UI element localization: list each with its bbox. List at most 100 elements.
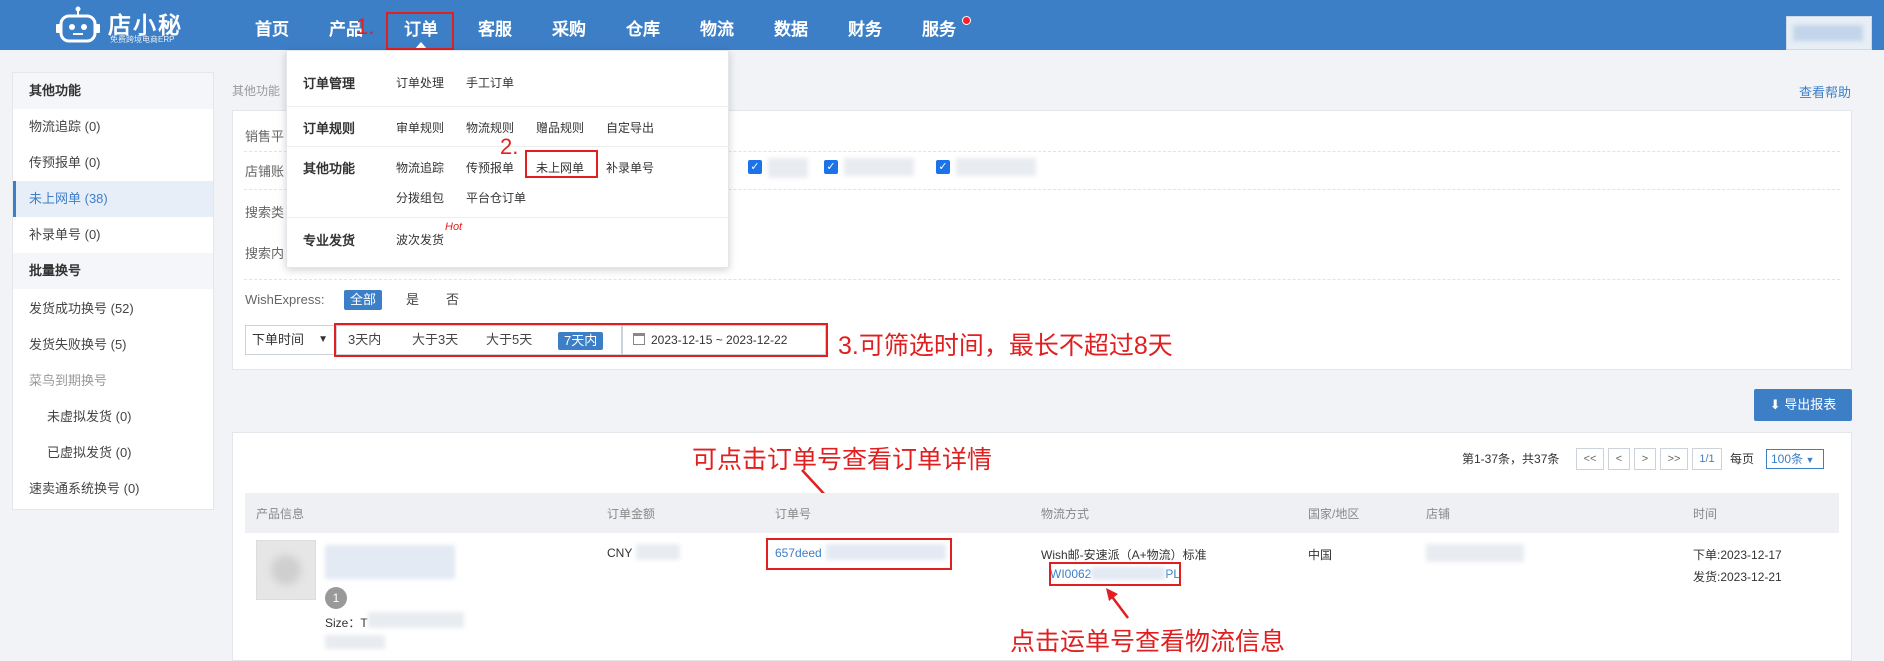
wishexpress-option-no[interactable]: 否 <box>440 290 465 310</box>
menu-item-manual-order[interactable]: 手工订单 <box>466 74 514 91</box>
store-name-redacted <box>956 158 1036 176</box>
filter-label-platform: 销售平 <box>245 129 285 144</box>
export-report-button[interactable]: ⬇ 导出报表 <box>1754 389 1852 421</box>
sidebar-item-virtual-shipped[interactable]: 已虚拟发货 (0) <box>13 435 213 471</box>
logo-subtitle: 免费跨境电商ERP <box>110 35 175 44</box>
annotation-time-note: 3.可筛选时间，最长不超过8天 <box>838 332 1173 360</box>
dropdown-group-order-management: 订单管理 <box>303 76 356 91</box>
dropdown-group-order-rules: 订单规则 <box>303 121 356 136</box>
column-order-number: 订单号 <box>775 507 812 521</box>
per-page-label: 每页 <box>1730 452 1755 466</box>
sidebar-section-other: 其他功能 <box>13 73 213 109</box>
filter-label-wishexpress: WishExpress: <box>245 292 325 307</box>
menu-item-split-package[interactable]: 分拨组包 <box>396 189 444 206</box>
product-thumbnail[interactable] <box>256 540 316 600</box>
robot-logo-icon <box>56 6 100 43</box>
order-time: 下单:2023-12-17 <box>1693 548 1782 562</box>
store-checkbox[interactable]: ✓ <box>748 160 762 174</box>
pager-first[interactable]: << <box>1576 448 1604 470</box>
hot-badge: Hot <box>445 221 463 233</box>
annotation-box-order-number <box>766 538 952 570</box>
menu-item-review-rules[interactable]: 审单规则 <box>396 119 444 136</box>
order-amount: CNY <box>607 546 633 560</box>
menu-item-platform-warehouse[interactable]: 平台仓订单 <box>466 189 526 206</box>
filter-label-search-content: 搜索内 <box>245 246 285 261</box>
sidebar-item-ship-failed[interactable]: 发货失败换号 (5) <box>13 327 213 363</box>
annotation-tracking-note: 点击运单号查看物流信息 <box>1010 628 1286 656</box>
export-label: 导出报表 <box>1784 397 1837 412</box>
divider <box>287 217 728 218</box>
per-page-select[interactable]: 100条 ▼ <box>1766 449 1824 469</box>
column-order-amount: 订单金额 <box>607 507 656 521</box>
sidebar-item-logistics-tracking[interactable]: 物流追踪 (0) <box>13 109 213 145</box>
nav-customer-service[interactable]: 客服 <box>474 0 516 50</box>
nav-logistics[interactable]: 物流 <box>696 0 738 50</box>
sidebar-item-not-online[interactable]: 未上网单 (38) <box>13 181 213 217</box>
sidebar-item-not-virtual-shipped[interactable]: 未虚拟发货 (0) <box>13 399 213 435</box>
filter-label-search-type: 搜索类 <box>245 205 285 220</box>
menu-item-order-processing[interactable]: 订单处理 <box>396 74 444 91</box>
wishexpress-option-all[interactable]: 全部 <box>344 290 383 310</box>
menu-item-gift-rules[interactable]: 赠品规则 <box>536 119 584 136</box>
logo[interactable]: 店小秘 免费跨境电商ERP <box>56 4 246 46</box>
annotation-box-time-filter <box>334 323 828 357</box>
column-store: 店铺 <box>1426 507 1451 521</box>
wishexpress-option-yes[interactable]: 是 <box>400 290 425 310</box>
dropdown-group-other: 其他功能 <box>303 161 356 176</box>
menu-item-custom-export[interactable]: 自定导出 <box>606 119 654 136</box>
menu-item-wave-shipping[interactable]: 波次发货 <box>396 231 444 248</box>
breadcrumb: 其他功能 <box>232 84 281 98</box>
column-time: 时间 <box>1693 507 1718 521</box>
nav-purchasing[interactable]: 采购 <box>548 0 590 50</box>
filter-label-store: 店铺账 <box>245 164 285 179</box>
sku-redacted <box>325 635 385 649</box>
per-page-value: 100条 <box>1771 452 1804 466</box>
menu-item-logistics-tracking[interactable]: 物流追踪 <box>396 159 444 176</box>
pager-next[interactable]: > <box>1634 448 1656 470</box>
column-country: 国家/地区 <box>1308 507 1360 521</box>
sidebar-item-aliexpress-renumber[interactable]: 速卖通系统换号 (0) <box>13 471 213 507</box>
pager-prev[interactable]: < <box>1608 448 1630 470</box>
divider <box>287 106 728 107</box>
sidebar-item-forecast[interactable]: 传预报单 (0) <box>13 145 213 181</box>
column-shipping-method: 物流方式 <box>1041 507 1090 521</box>
menu-item-supplement-number[interactable]: 补录单号 <box>606 159 654 176</box>
annotation-box-tracking <box>1049 562 1181 586</box>
ship-time: 发货:2023-12-21 <box>1693 570 1782 584</box>
store-checkbox[interactable]: ✓ <box>824 160 838 174</box>
size-value-redacted <box>368 612 464 628</box>
nav-data[interactable]: 数据 <box>770 0 812 50</box>
chevron-down-icon: ▼ <box>318 334 328 345</box>
nav-finance[interactable]: 财务 <box>844 0 886 50</box>
annotation-step2: 2. <box>500 134 519 159</box>
nav-services[interactable]: 服务 <box>918 0 960 50</box>
pager-page: 1/1 <box>1692 448 1722 470</box>
sidebar-item-supplement-number[interactable]: 补录单号 (0) <box>13 217 213 253</box>
store-redacted <box>1426 544 1524 562</box>
sidebar-item-ship-success[interactable]: 发货成功换号 (52) <box>13 291 213 327</box>
top-navigation-bar: 店小秘 免费跨境电商ERP 首页 产品 订单 客服 采购 仓库 物流 数据 财务… <box>0 0 1884 50</box>
annotation-box-orders-nav <box>386 12 454 50</box>
user-account-box[interactable] <box>1786 16 1872 50</box>
chevron-down-icon: ▼ <box>1803 455 1815 465</box>
quantity-badge: 1 <box>325 587 347 609</box>
download-icon: ⬇ <box>1769 397 1785 412</box>
amount-value-redacted <box>636 544 680 560</box>
product-title-redacted[interactable] <box>325 545 455 579</box>
annotation-arrow-icon <box>1106 588 1129 619</box>
column-product-info: 产品信息 <box>256 507 305 521</box>
nav-warehouse[interactable]: 仓库 <box>622 0 664 50</box>
menu-item-forecast[interactable]: 传预报单 <box>466 159 514 176</box>
annotation-step1: 1. <box>356 14 375 39</box>
help-link[interactable]: 查看帮助 <box>1799 82 1851 101</box>
store-checkbox[interactable]: ✓ <box>936 160 950 174</box>
pager-last[interactable]: >> <box>1660 448 1688 470</box>
country: 中国 <box>1308 548 1333 562</box>
store-name-redacted <box>844 158 914 176</box>
time-type-select[interactable]: 下单时间 ▼ <box>245 325 335 355</box>
pager-info: 第1-37条，共37条 <box>1462 452 1560 466</box>
divider <box>244 279 1840 280</box>
sidebar: 其他功能 物流追踪 (0) 传预报单 (0) 未上网单 (38) 补录单号 (0… <box>12 72 214 510</box>
nav-home[interactable]: 首页 <box>252 0 292 50</box>
annotation-box-not-online <box>525 150 598 178</box>
